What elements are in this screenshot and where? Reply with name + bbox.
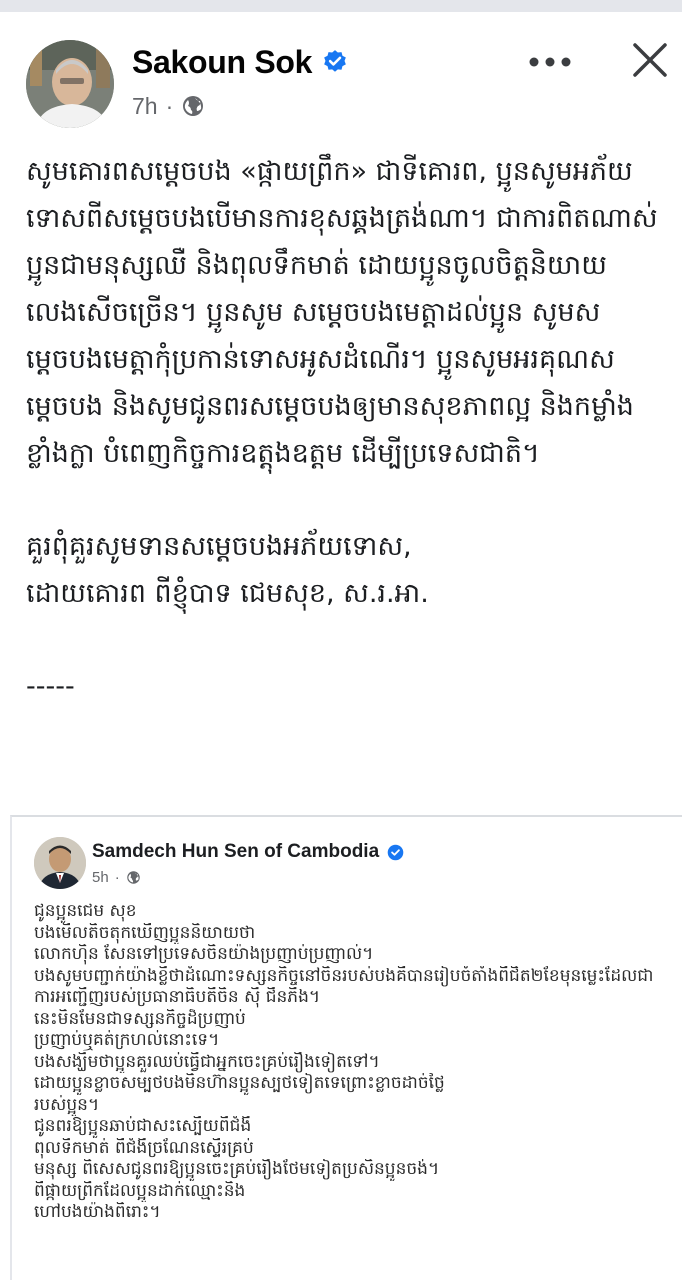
- shared-screenshot-card[interactable]: Samdech Hun Sen of Cambodia 5h · ជូនប្អូ…: [10, 815, 682, 1280]
- shared-author-row: Samdech Hun Sen of Cambodia: [92, 841, 404, 863]
- close-icon: [633, 43, 667, 77]
- shared-text-line: ពុលទឹកមាត់ ពីជំងឺច្រណែនស្ទើរគ្រប់: [34, 1137, 254, 1158]
- shared-text-line: បងមើលតិចតុកឃើញប្អូននិយាយថា: [34, 922, 256, 943]
- post-signoff-line: គួរពុំគួរសូមទានសម្តេចបងអភ័យទោស,: [26, 531, 412, 562]
- shared-text-line: មនុស្ស ពិសេសជូនពរឱ្យប្អូនចេះគ្រប់រឿងថែមទ…: [34, 1159, 440, 1179]
- more-options-icon: [529, 57, 571, 67]
- shared-text-line: ពីផ្កាយព្រឹកដែលប្អូនដាក់ឈ្មោះនិង: [34, 1180, 246, 1201]
- post-header: Sakoun Sok 7h ·: [0, 26, 682, 136]
- shared-text-line: ជូនប្អូនជេម សុខ: [34, 901, 137, 921]
- top-divider: [0, 0, 682, 12]
- shared-text-line: របស់ប្អូន។: [34, 1094, 100, 1115]
- post-paragraph: សូមគោរពសម្តេចបង «ផ្កាយព្រឹក» ជាទីគោរព, ប…: [26, 156, 658, 469]
- meta-separator: ·: [165, 92, 174, 119]
- shared-text-line: បងសង្ឃឹមថាប្អូនគួរឈប់ធ្វើជាអ្នកចេះគ្រប់រ…: [34, 1051, 380, 1072]
- shared-post-meta: 5h ·: [92, 869, 141, 886]
- meta-separator: ·: [114, 869, 120, 886]
- author-row: Sakoun Sok: [132, 40, 348, 84]
- shared-text-line: ដោយប្អូនខ្លាចសម្បថបងមិនហ៊ានប្អូនស្បថទៀតទ…: [34, 1073, 445, 1093]
- post-text: សូមគោរពសម្តេចបង «ផ្កាយព្រឹក» ជាទីគោរព, ប…: [26, 148, 666, 710]
- author-avatar[interactable]: [26, 40, 114, 128]
- post-timestamp[interactable]: 7h: [132, 93, 158, 120]
- shared-text-line: ការអញ្ជើញរបស់ប្រធានាធិបតីចិន ស៊ី ជីនភីង។: [34, 987, 321, 1007]
- shared-text-line: លោកហ៊ិន សែនទៅប្រទេសចិនយ៉ាងប្រញាប់ប្រញាល់…: [34, 944, 374, 964]
- verified-check-icon: [387, 844, 404, 861]
- verified-check-icon: [322, 49, 348, 75]
- shared-post-header: Samdech Hun Sen of Cambodia 5h ·: [12, 817, 682, 897]
- post-signoff-line: ដោយគោរព ពីខ្ញុំបាទ ជេមសុខ, ស.រ.អា.: [26, 578, 429, 609]
- post-meta: 7h ·: [132, 90, 205, 122]
- shared-text-line: ជូនពរឱ្យប្អូនឆាប់ជាសះស្បើយពីជំងឺ: [34, 1116, 252, 1136]
- post-divider-text: -----: [26, 671, 75, 702]
- shared-text-line: ប្រញាប់ឬគត់ក្រហល់នោះទេ។: [34, 1030, 220, 1050]
- shared-text-line: ហៅបងយ៉ាងពិរោះ។: [34, 1202, 161, 1222]
- globe-icon: [126, 870, 141, 885]
- shared-author-name: Samdech Hun Sen of Cambodia: [92, 841, 380, 862]
- globe-icon[interactable]: [181, 94, 205, 118]
- shared-timestamp: 5h: [92, 869, 109, 886]
- shared-text-line: នេះមិនមែនជាទស្សនកិច្ចដ៏ប្រញាប់: [34, 1008, 246, 1029]
- shared-post-text: ជូនប្អូនជេម សុខ បងមើលតិចតុកឃើញប្អូននិយាយ…: [34, 901, 674, 1224]
- author-name[interactable]: Sakoun Sok: [132, 44, 312, 81]
- shared-author-avatar: [34, 837, 86, 889]
- shared-text-line: បងសូមបញ្ជាក់យ៉ាងខ្លីថាដំណោះទស្សនកិច្ចនៅច…: [34, 965, 654, 986]
- close-button[interactable]: [624, 34, 676, 86]
- more-options-button[interactable]: [522, 42, 578, 82]
